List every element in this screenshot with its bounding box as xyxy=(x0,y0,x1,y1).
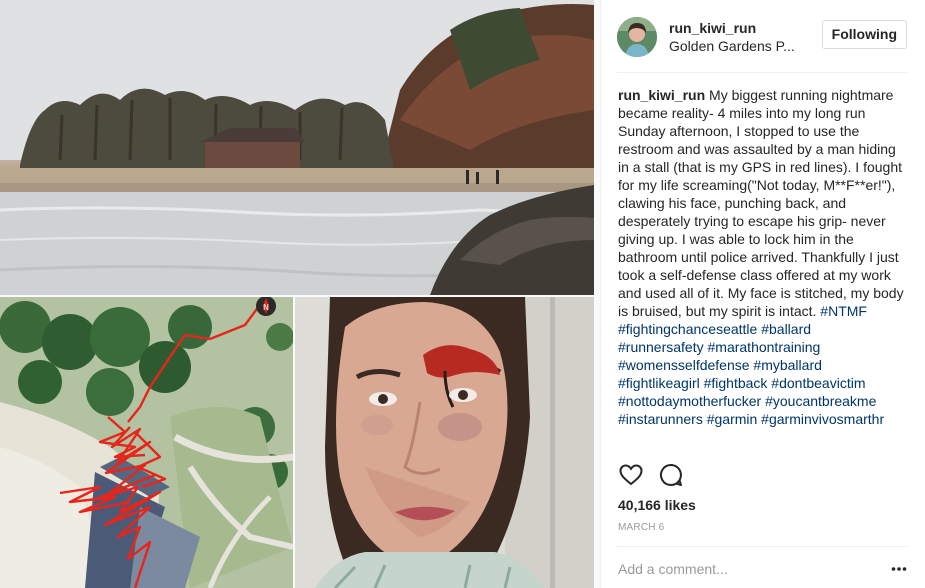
hashtag-link[interactable]: #NTMF xyxy=(820,303,867,319)
gps-map-photo: N xyxy=(0,297,293,588)
avatar[interactable] xyxy=(617,17,657,57)
post-date[interactable]: MARCH 6 xyxy=(618,522,664,534)
post-header: run_kiwi_run Golden Gardens P... Followi… xyxy=(617,11,907,63)
likes-count[interactable]: 40,166 likes xyxy=(618,496,696,514)
location-link[interactable]: Golden Gardens P... xyxy=(669,37,819,55)
caption-text: My biggest running nightmare became real… xyxy=(618,87,904,319)
ellipsis-icon[interactable] xyxy=(891,564,907,574)
hashtag-line[interactable]: #womensselfdefense #myballard xyxy=(618,356,910,374)
hashtag-line[interactable]: #fightlikeagirl #fightback #dontbeavicti… xyxy=(618,374,910,392)
post-media[interactable]: N xyxy=(0,0,600,588)
compass-label: N xyxy=(263,303,269,312)
post-caption: run_kiwi_run My biggest running nightmar… xyxy=(618,86,910,428)
caption-username-link[interactable]: run_kiwi_run xyxy=(618,87,705,103)
divider xyxy=(617,72,907,73)
following-button[interactable]: Following xyxy=(821,20,907,49)
injury-selfie-photo xyxy=(295,297,594,588)
divider xyxy=(617,546,907,547)
heart-icon[interactable] xyxy=(618,462,644,488)
post-details-panel: run_kiwi_run Golden Gardens P... Followi… xyxy=(600,0,925,588)
hashtag-line[interactable]: #instarunners #garmin #garminvivosmarthr xyxy=(618,410,910,428)
speech-bubble-icon[interactable] xyxy=(658,462,684,488)
hashtag-line[interactable]: #runnersafety #marathontraining xyxy=(618,338,910,356)
hashtag-line[interactable]: #nottodaymotherfucker #youcantbreakme xyxy=(618,392,910,410)
hashtag-line[interactable]: #fightingchanceseattle #ballard xyxy=(618,320,910,338)
post-actions xyxy=(618,462,684,488)
beach-photo xyxy=(0,0,594,295)
comment-input[interactable] xyxy=(618,556,878,582)
